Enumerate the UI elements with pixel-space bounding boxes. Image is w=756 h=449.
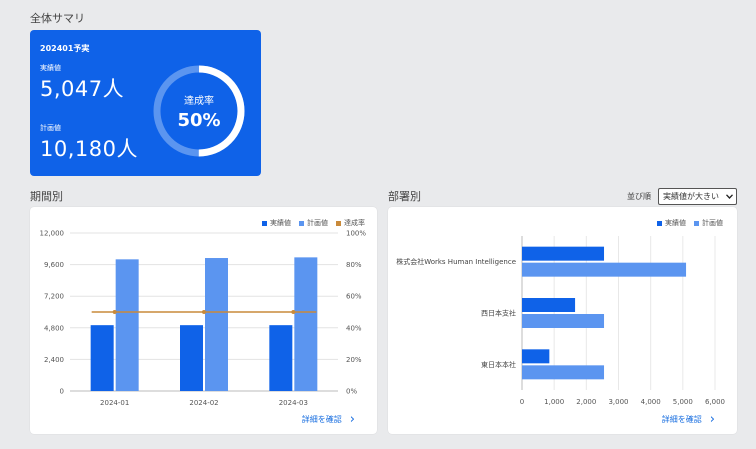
summary-card: 202401予実 実績値 5,047人 計画値 10,180人 達成率 50% <box>30 30 261 176</box>
y-tick-label: 12,000 <box>40 230 65 238</box>
actual-value: 5,047人 <box>40 77 125 101</box>
chevron-right-icon: › <box>709 411 715 427</box>
rate-point <box>291 310 296 314</box>
sort-label: 並び順 <box>627 192 651 201</box>
bar-actual <box>269 325 293 391</box>
category-label: 東日本本社 <box>481 360 516 369</box>
x-tick-label: 1,000 <box>544 398 564 406</box>
x-tick-label: 2024-03 <box>279 399 308 407</box>
rate-point <box>112 310 117 314</box>
x-tick-label: 2,000 <box>576 398 596 406</box>
category-label: 西日本支社 <box>481 309 516 318</box>
y2-tick-label: 80% <box>346 261 362 269</box>
period-chart-card: 実績値 計画値 達成率 12,000 100% 9,600 80% 7,200 60% 4,… <box>30 207 377 434</box>
y2-tick-label: 40% <box>346 324 362 332</box>
bar-actual <box>180 325 203 391</box>
dept-section-title: 部署別 <box>388 190 421 203</box>
bar-plan <box>115 259 139 391</box>
x-tick-label: 5,000 <box>673 398 693 406</box>
x-tick-label: 2024-02 <box>189 399 218 407</box>
y-tick-label: 4,800 <box>44 324 64 332</box>
bar-plan <box>205 258 228 391</box>
y2-tick-label: 100% <box>346 230 366 238</box>
bar-plan <box>294 257 318 391</box>
rate-label: 達成率 <box>184 95 214 107</box>
y-tick-label: 9,600 <box>44 261 64 269</box>
period-details-label: 詳細を確認 <box>301 415 342 424</box>
x-tick-label: 4,000 <box>641 398 661 406</box>
bar-actual <box>90 325 114 391</box>
bar-actual <box>522 349 550 364</box>
plan-label: 計画値 <box>40 124 61 132</box>
y2-tick-label: 20% <box>346 356 362 364</box>
x-tick-label: 2024-01 <box>100 399 129 407</box>
y-tick-label: 2,400 <box>44 356 64 364</box>
chevron-down-icon <box>726 194 733 199</box>
dept-details-link[interactable]: 詳細を確認 › <box>661 411 715 427</box>
dept-chart: 0 1,000 2,000 3,000 4,000 5,000 6,000 株式会社Works… <box>396 236 725 406</box>
rate-value: 50% <box>177 109 221 131</box>
y-tick-label: 7,200 <box>44 293 64 301</box>
dept-details-label: 詳細を確認 <box>661 415 702 424</box>
chevron-right-icon: › <box>349 411 355 427</box>
x-tick-label: 6,000 <box>705 398 725 406</box>
y-tick-label: 0 <box>60 388 64 396</box>
sort-select-value: 実績値が大きい <box>663 192 719 201</box>
y2-tick-label: 0% <box>346 388 357 396</box>
bar-plan <box>522 314 605 328</box>
summary-section-title: 全体サマリ <box>30 12 85 25</box>
x-tick-label: 3,000 <box>608 398 628 406</box>
dept-chart-card: 実績値 計画値 0 1,000 2,000 3,000 4,000 5,000 6,000 株… <box>388 207 737 434</box>
rate-point <box>202 310 206 314</box>
x-tick-label: 0 <box>520 398 524 406</box>
period-section-title: 期間別 <box>30 190 63 203</box>
bar-plan <box>522 262 687 277</box>
actual-label: 実績値 <box>40 64 61 72</box>
period-chart: 12,000 100% 9,600 80% 7,200 60% 4,800 40% 2,400 2… <box>40 230 367 408</box>
category-label: 株式会社Works Human Intelligence <box>396 257 516 266</box>
plan-value: 10,180人 <box>40 137 138 161</box>
period-details-link[interactable]: 詳細を確認 › <box>301 411 355 427</box>
bar-actual <box>522 298 576 312</box>
bar-actual <box>522 246 605 261</box>
bar-plan <box>522 365 605 380</box>
summary-period: 202401予実 <box>40 44 90 53</box>
y2-tick-label: 60% <box>346 293 362 301</box>
sort-select[interactable]: 実績値が大きい <box>658 188 737 205</box>
